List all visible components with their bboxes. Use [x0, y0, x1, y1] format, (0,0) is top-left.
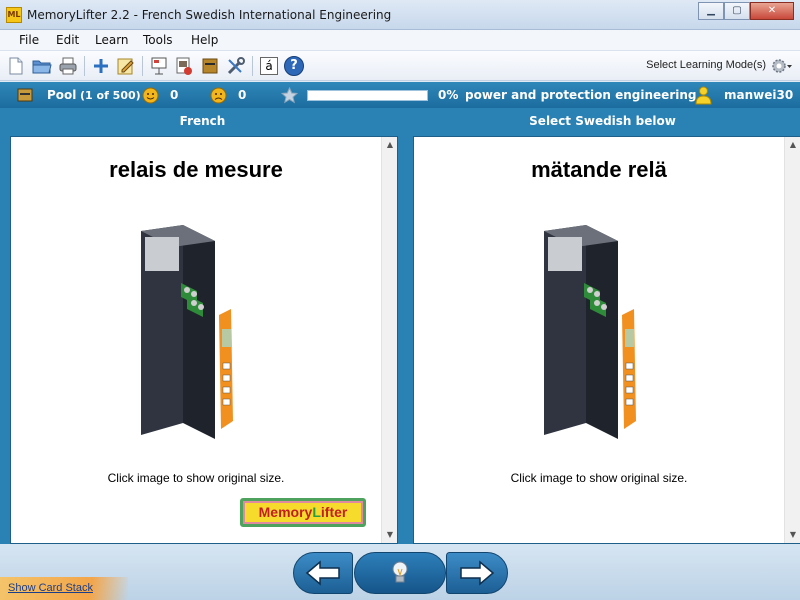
- add-icon[interactable]: [90, 55, 112, 77]
- print-icon[interactable]: [57, 55, 79, 77]
- pool-count: (1 of 500): [80, 89, 141, 102]
- minimize-button[interactable]: ▁: [698, 2, 724, 20]
- happy-face-icon: [142, 87, 159, 104]
- toolbar-separator: [252, 56, 253, 76]
- previous-card-button[interactable]: [293, 552, 353, 594]
- measuring-relay-image: [544, 225, 636, 439]
- answer-image[interactable]: [524, 225, 670, 445]
- question-image[interactable]: [121, 225, 267, 445]
- close-button[interactable]: ✕: [750, 2, 794, 20]
- star-icon: [280, 86, 299, 104]
- open-folder-icon[interactable]: [31, 55, 53, 77]
- answer-card: mätande relä Click image to show origina…: [413, 136, 800, 544]
- user-name: manwei30: [724, 88, 794, 102]
- scroll-up-icon[interactable]: ▲: [382, 137, 398, 153]
- minimize-icon: ▁: [707, 5, 715, 16]
- select-learning-mode-button[interactable]: Select Learning Mode(s): [646, 59, 766, 71]
- question-scrollbar[interactable]: ▲ ▼: [381, 137, 397, 543]
- sad-count: 0: [238, 88, 247, 102]
- tools-icon[interactable]: [225, 55, 247, 77]
- progress-text: 0%: [438, 88, 459, 102]
- scroll-down-icon[interactable]: ▼: [785, 527, 800, 543]
- menu-bar: File Edit Learn Tools Help: [0, 30, 800, 51]
- show-card-stack-link[interactable]: Show Card Stack: [8, 582, 93, 594]
- presentation-icon[interactable]: [148, 55, 170, 77]
- new-document-icon[interactable]: [5, 55, 27, 77]
- chapter-name: power and protection engineering: [465, 88, 697, 102]
- toolbar-separator: [84, 56, 85, 76]
- help-icon[interactable]: ?: [283, 55, 305, 77]
- window-controls: ▁ ▢ ✕: [698, 2, 794, 20]
- question-word: relais de mesure: [109, 157, 283, 182]
- pool-icon: [17, 87, 33, 103]
- memorylifter-logo: MemoryLifter: [240, 498, 366, 527]
- window-title: MemoryLifter 2.2 - French Swedish Intern…: [27, 8, 392, 22]
- lightbulb-icon: [392, 561, 408, 583]
- hint-button[interactable]: [354, 552, 446, 594]
- card-stack-icon[interactable]: [173, 55, 195, 77]
- maximize-icon: ▢: [732, 5, 742, 16]
- status-bar: Pool (1 of 500) 0 0 0% power and protect…: [0, 82, 800, 108]
- next-card-button[interactable]: [446, 552, 508, 594]
- arrow-right-icon: [460, 560, 495, 586]
- app-icon: ML: [6, 7, 22, 23]
- happy-count: 0: [170, 88, 179, 102]
- measuring-relay-image: [141, 225, 233, 439]
- toolbar-separator: [142, 56, 143, 76]
- logo-text-memory: Memory: [258, 504, 313, 520]
- answer-image-caption: Click image to show original size.: [510, 471, 688, 485]
- answer-header: Select Swedish below: [529, 114, 676, 128]
- answer-word: mätande relä: [531, 157, 667, 182]
- maximize-button[interactable]: ▢: [724, 2, 750, 20]
- learning-mode-dropdown[interactable]: [770, 56, 792, 76]
- progress-bar: [307, 90, 428, 101]
- scroll-down-icon[interactable]: ▼: [382, 527, 398, 543]
- edit-icon[interactable]: [115, 55, 137, 77]
- question-image-caption: Click image to show original size.: [107, 471, 285, 485]
- special-characters-icon[interactable]: á: [258, 55, 280, 77]
- user-icon: [695, 86, 712, 105]
- answer-scrollbar[interactable]: ▲ ▼: [784, 137, 800, 543]
- menu-help[interactable]: Help: [191, 33, 218, 47]
- sad-face-icon: [210, 87, 227, 104]
- arrow-left-icon: [305, 560, 340, 586]
- title-bar: ML MemoryLifter 2.2 - French Swedish Int…: [0, 0, 800, 30]
- close-icon: ✕: [767, 5, 777, 16]
- scroll-up-icon[interactable]: ▲: [785, 137, 800, 153]
- card-area: French Select Swedish below relais de me…: [0, 108, 800, 544]
- pool-label: Pool: [47, 88, 77, 102]
- dictionary-icon[interactable]: [199, 55, 221, 77]
- menu-edit[interactable]: Edit: [56, 33, 79, 47]
- question-header: French: [179, 114, 226, 128]
- question-card: relais de mesure Click image to show ori…: [10, 136, 398, 544]
- toolbar: á ? Select Learning Mode(s): [0, 51, 800, 81]
- logo-text-l: L: [312, 504, 321, 520]
- menu-learn[interactable]: Learn: [95, 33, 129, 47]
- menu-tools[interactable]: Tools: [143, 33, 173, 47]
- menu-file[interactable]: File: [19, 33, 39, 47]
- logo-text-ifter: ifter: [320, 504, 348, 520]
- gear-icon: [772, 59, 792, 73]
